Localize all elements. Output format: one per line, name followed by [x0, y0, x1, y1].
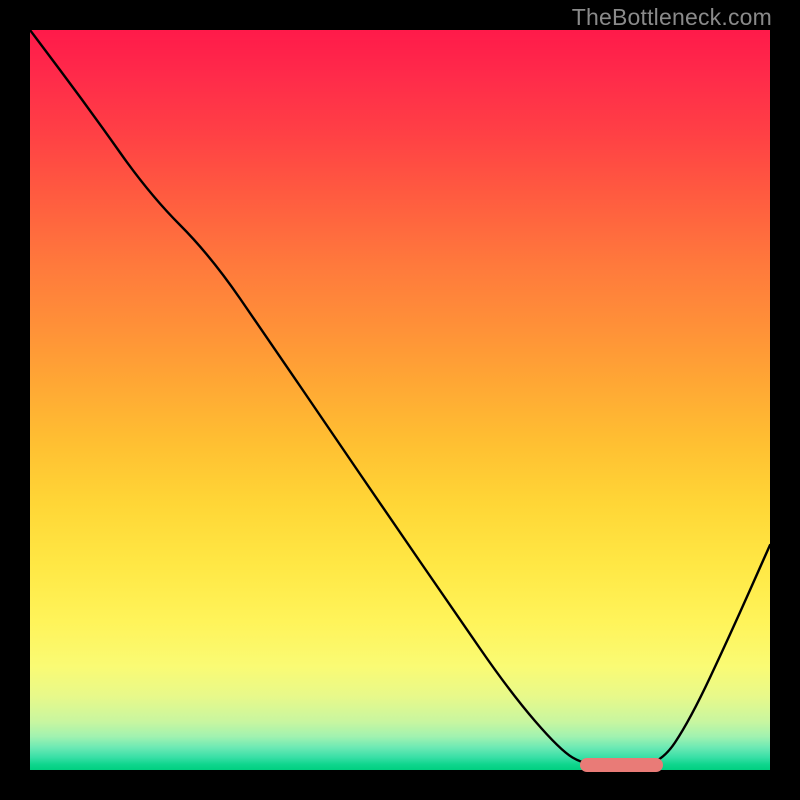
bottleneck-curve — [30, 30, 770, 770]
optimal-range-marker — [580, 758, 663, 772]
plot-area — [30, 30, 770, 770]
chart-frame: TheBottleneck.com — [0, 0, 800, 800]
watermark-label: TheBottleneck.com — [572, 4, 772, 31]
